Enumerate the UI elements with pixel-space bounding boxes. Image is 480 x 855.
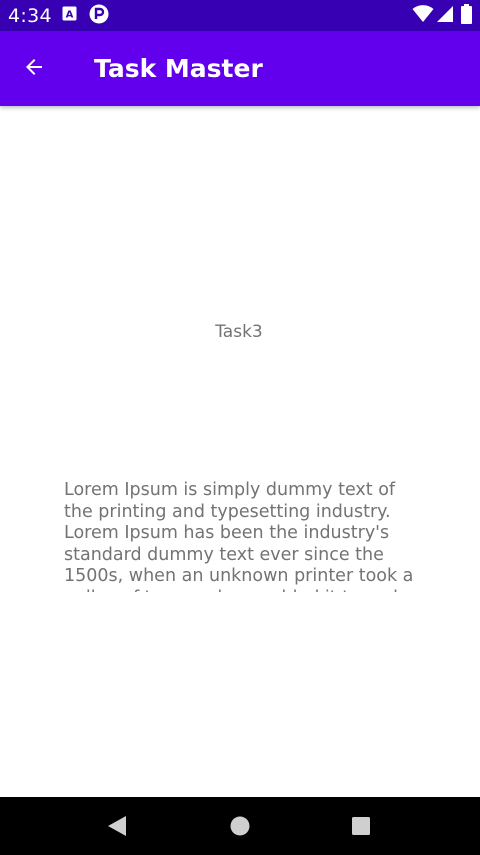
svg-text:A: A — [66, 10, 74, 21]
navigation-bar — [0, 797, 480, 855]
back-button[interactable] — [14, 49, 54, 89]
nav-recents-button[interactable] — [349, 816, 373, 840]
task-body-container[interactable]: Lorem Ipsum is simply dummy text of the … — [64, 480, 414, 592]
home-circle-icon — [229, 815, 251, 842]
recents-square-icon — [350, 815, 372, 842]
p-notification-icon — [89, 4, 109, 29]
app-bar: Task Master — [0, 31, 480, 106]
app-title: Task Master — [94, 54, 263, 83]
a-notification-icon: A — [62, 6, 77, 26]
battery-icon — [461, 4, 472, 29]
nav-home-button[interactable] — [228, 816, 252, 840]
task-body: Lorem Ipsum is simply dummy text of the … — [64, 480, 414, 592]
task-title: Task3 — [215, 322, 263, 342]
back-triangle-icon — [106, 815, 128, 842]
status-bar: 4:34 A — [0, 0, 480, 31]
status-time: 4:34 — [8, 5, 52, 27]
wifi-icon — [412, 5, 434, 28]
signal-icon — [436, 5, 454, 28]
task-detail-screen: 4:34 A Task Master Task3 Lorem Ipsum is … — [0, 0, 480, 855]
arrow-left-icon — [22, 55, 46, 84]
nav-back-button[interactable] — [105, 815, 129, 842]
